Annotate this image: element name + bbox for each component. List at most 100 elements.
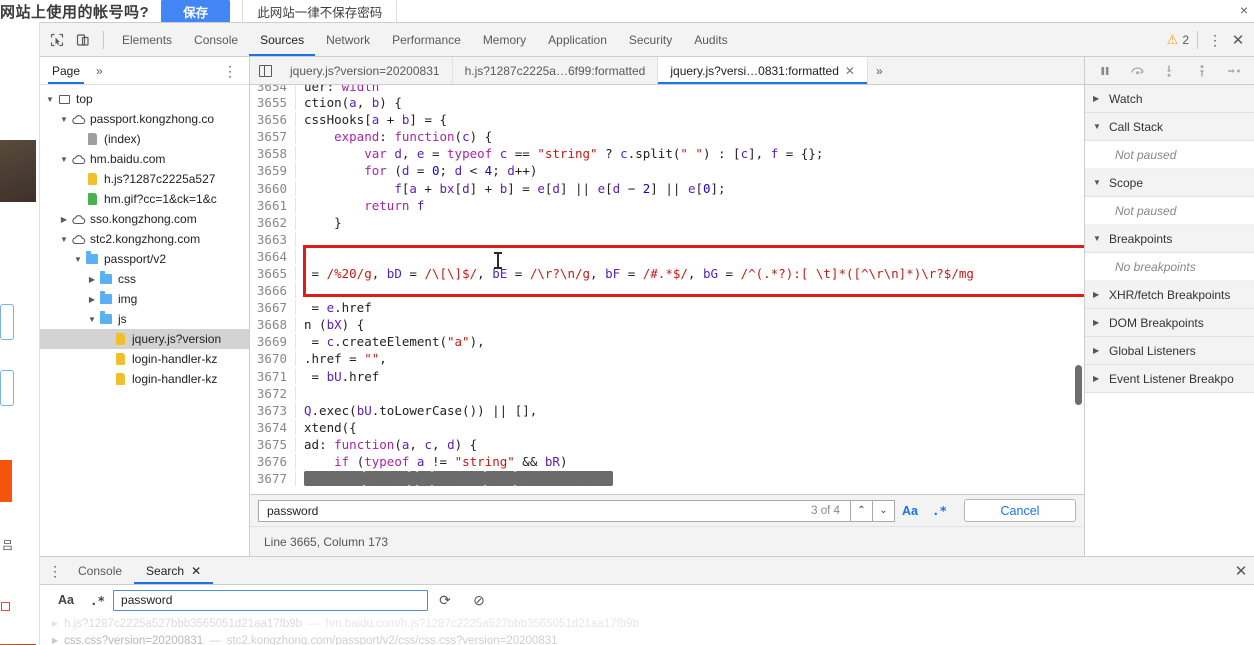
warning-badge[interactable]: ⚠ 2 bbox=[1167, 32, 1191, 48]
navigator-tree-item[interactable]: h.js?1287c2225a527 bbox=[40, 169, 249, 189]
navigator-tree-item[interactable]: login-handler-kz bbox=[40, 369, 249, 389]
twisty-expanded-icon[interactable]: ▼ bbox=[44, 95, 56, 104]
code-line-text[interactable]: .href = "", bbox=[296, 351, 387, 366]
line-number[interactable]: 3655 bbox=[250, 95, 296, 111]
code-line[interactable]: 3668 n (bX) { bbox=[250, 316, 1084, 333]
tab-performance[interactable]: Performance bbox=[381, 23, 472, 56]
line-number[interactable]: 3667 bbox=[250, 300, 296, 316]
drawer-tab-close-icon[interactable]: ✕ bbox=[191, 564, 201, 578]
prompt-never-save-button[interactable]: 此网站一律不保存密码 bbox=[242, 0, 398, 22]
debugger-section-header[interactable]: ▶ DOM Breakpoints bbox=[1085, 309, 1254, 337]
search-result-row[interactable]: ▶ h.js?1287c2225a527bbb3565051d21aa17fb9b… bbox=[52, 615, 1254, 632]
resume-pause-button[interactable] bbox=[1093, 60, 1117, 82]
debugger-section-header[interactable]: ▶ Event Listener Breakpo bbox=[1085, 365, 1254, 393]
code-line[interactable]: 3672 bbox=[250, 385, 1084, 402]
source-tab-hjs-formatted[interactable]: h.js?1287c2225a…6f99:formatted bbox=[453, 57, 659, 84]
navigator-tab-page[interactable]: Page bbox=[48, 57, 84, 84]
step-over-button[interactable] bbox=[1125, 60, 1149, 82]
search-input-wrapper[interactable] bbox=[113, 589, 429, 611]
twisty-expanded-icon[interactable]: ▼ bbox=[86, 315, 98, 324]
twisty-expanded-icon[interactable]: ▼ bbox=[72, 255, 84, 264]
line-number[interactable]: 3674 bbox=[250, 419, 296, 435]
line-number[interactable]: 3670 bbox=[250, 351, 296, 367]
code-line[interactable]: 3676 if (typeof a != "string" && bR) bbox=[250, 453, 1084, 470]
line-number[interactable]: 3668 bbox=[250, 317, 296, 333]
line-number[interactable]: 3656 bbox=[250, 112, 296, 128]
debugger-section-header[interactable]: ▶ Watch bbox=[1085, 85, 1254, 113]
code-editor[interactable]: 3654 uer: width 3655 ction(a, b) {3656 cssHo… bbox=[250, 85, 1084, 494]
twisty-collapsed-icon[interactable]: ▶ bbox=[1093, 94, 1103, 103]
tab-console[interactable]: Console bbox=[183, 23, 249, 56]
twisty-collapsed-icon[interactable]: ▶ bbox=[58, 215, 70, 224]
twisty-collapsed-icon[interactable]: ▶ bbox=[1093, 318, 1103, 327]
debugger-section-header[interactable]: ▼ Breakpoints bbox=[1085, 225, 1254, 253]
find-next-button[interactable]: ⌄ bbox=[872, 499, 895, 522]
line-number[interactable]: 3676 bbox=[250, 454, 296, 470]
page-login-button-edge[interactable] bbox=[0, 460, 12, 502]
line-number[interactable]: 3672 bbox=[250, 385, 296, 401]
navigator-tree-item[interactable]: (index) bbox=[40, 129, 249, 149]
code-line-text[interactable]: return f bbox=[296, 198, 424, 213]
code-line-text[interactable]: return bR.apply(this, arguments); bbox=[296, 471, 613, 487]
line-number[interactable]: 3654 bbox=[250, 85, 296, 94]
search-match-case-toggle[interactable]: Aa bbox=[50, 593, 82, 607]
code-line[interactable]: 3658 var d, e = typeof c == "string" ? c… bbox=[250, 145, 1084, 162]
search-result-row[interactable]: ▶ css.css?version=20200831 — stc2.kongzhong… bbox=[52, 632, 1254, 645]
line-number[interactable]: 3657 bbox=[250, 129, 296, 145]
code-line[interactable]: 3671 = bU.href bbox=[250, 368, 1084, 385]
tab-security[interactable]: Security bbox=[618, 23, 683, 56]
navigator-tree-item[interactable]: ▼ top bbox=[40, 89, 249, 109]
line-number[interactable]: 3677 bbox=[250, 471, 296, 487]
inspect-element-icon[interactable] bbox=[44, 28, 70, 52]
drawer-tab-search[interactable]: Search ✕ bbox=[134, 557, 213, 584]
code-line[interactable]: 3670 .href = "", bbox=[250, 350, 1084, 367]
navigator-more-tabs-icon[interactable]: » bbox=[96, 64, 103, 78]
drawer-tab-console[interactable]: Console bbox=[66, 557, 134, 584]
code-line-text[interactable]: = c.createElement("a"), bbox=[296, 334, 485, 349]
debugger-section-header[interactable]: ▼ Call Stack bbox=[1085, 113, 1254, 141]
navigator-tree-item[interactable]: ▶ img bbox=[40, 289, 249, 309]
code-line[interactable]: 3666 bbox=[250, 282, 1084, 299]
step-out-button[interactable] bbox=[1190, 60, 1214, 82]
search-refresh-icon[interactable]: ⟳ bbox=[428, 592, 462, 609]
tab-network[interactable]: Network bbox=[315, 23, 381, 56]
code-line[interactable]: 3659 for (d = 0; d < 4; d++) bbox=[250, 162, 1084, 179]
code-line[interactable]: 3677 return bR.apply(this, arguments); bbox=[250, 470, 1084, 487]
code-line[interactable]: 3660 f[a + bx[d] + b] = e[d] || e[d − 2]… bbox=[250, 179, 1084, 196]
code-line-text[interactable]: cssHooks[a + b] = { bbox=[296, 112, 447, 127]
search-clear-icon[interactable]: ⊘ bbox=[462, 592, 496, 609]
code-line[interactable]: 3667 = e.href bbox=[250, 299, 1084, 316]
prompt-save-button[interactable]: 保存 bbox=[161, 0, 231, 22]
debugger-sections[interactable]: ▶ Watch ▼ Call Stack Not paused ▼ Scope Not pau… bbox=[1085, 85, 1254, 556]
navigator-tree-item[interactable]: ▼ passport/v2 bbox=[40, 249, 249, 269]
device-toolbar-icon[interactable] bbox=[70, 28, 96, 52]
code-line-text[interactable]: } bbox=[296, 215, 342, 230]
line-number[interactable]: 3671 bbox=[250, 368, 296, 384]
navigator-tree-item[interactable]: login-handler-kz bbox=[40, 349, 249, 369]
line-number[interactable]: 3673 bbox=[250, 402, 296, 418]
code-line-text[interactable]: if (typeof a != "string" && bR) bbox=[296, 454, 567, 469]
code-line-text[interactable]: ad: function(a, c, d) { bbox=[296, 437, 477, 452]
prompt-close-icon[interactable]: × bbox=[1240, 2, 1248, 18]
drawer-kebab-icon[interactable]: ⋮ bbox=[44, 564, 66, 578]
navigator-tree-item[interactable]: ▼ hm.baidu.com bbox=[40, 149, 249, 169]
twisty-collapsed-icon[interactable]: ▶ bbox=[52, 619, 58, 628]
find-input[interactable] bbox=[265, 502, 812, 519]
twisty-expanded-icon[interactable]: ▼ bbox=[58, 155, 70, 164]
navigator-tree-item[interactable]: jquery.js?version bbox=[40, 329, 249, 349]
code-line[interactable]: 3661 return f bbox=[250, 197, 1084, 214]
twisty-expanded-icon[interactable]: ▼ bbox=[1093, 122, 1103, 131]
debugger-section-header[interactable]: ▶ Global Listeners bbox=[1085, 337, 1254, 365]
step-into-button[interactable] bbox=[1157, 60, 1181, 82]
code-line-text[interactable]: f[a + bx[d] + b] = e[d] || e[d − 2] || e… bbox=[296, 181, 725, 196]
line-number[interactable]: 3658 bbox=[250, 146, 296, 162]
drawer-close-icon[interactable]: ✕ bbox=[1228, 562, 1254, 580]
twisty-expanded-icon[interactable]: ▼ bbox=[58, 115, 70, 124]
twisty-collapsed-icon[interactable]: ▶ bbox=[1093, 290, 1103, 299]
code-line[interactable]: 3662 } bbox=[250, 214, 1084, 231]
find-input-wrapper[interactable]: 3 of 4 bbox=[258, 499, 851, 522]
debugger-section-header[interactable]: ▼ Scope bbox=[1085, 169, 1254, 197]
debugger-section-header[interactable]: ▶ XHR/fetch Breakpoints bbox=[1085, 281, 1254, 309]
source-tab-close-icon[interactable]: ✕ bbox=[845, 64, 855, 78]
code-line-text[interactable]: for (d = 0; d < 4; d++) bbox=[296, 163, 537, 178]
